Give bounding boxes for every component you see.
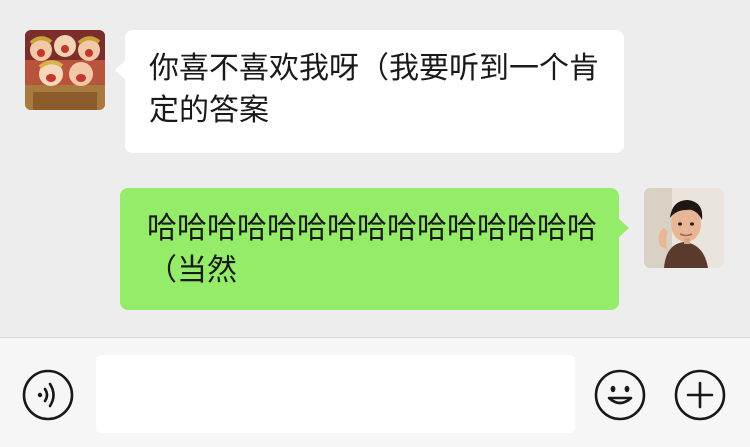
voice-button[interactable]: [21, 368, 75, 422]
sent-message-bubble[interactable]: 哈哈哈哈哈哈哈哈哈哈哈哈哈哈哈（当然: [120, 188, 629, 310]
input-bar: [0, 337, 750, 447]
emoji-button[interactable]: [593, 368, 647, 422]
received-message-bubble[interactable]: 你喜不喜欢我呀（我要听到一个肯定的答案: [115, 30, 624, 153]
sent-message-text: 哈哈哈哈哈哈哈哈哈哈哈哈哈哈哈（当然: [147, 211, 597, 288]
cartoon-group-avatar-icon: [25, 30, 105, 110]
plus-icon: [674, 369, 726, 421]
more-button[interactable]: [673, 368, 727, 422]
received-message-text: 你喜不喜欢我呀（我要听到一个肯定的答案: [149, 51, 599, 128]
my-avatar[interactable]: [644, 188, 724, 268]
emoji-icon: [594, 369, 646, 421]
contact-avatar[interactable]: [25, 30, 105, 110]
voice-icon: [22, 369, 74, 421]
message-input[interactable]: [96, 355, 575, 433]
chat-area: 你喜不喜欢我呀（我要听到一个肯定的答案 哈哈哈哈哈哈哈哈哈哈哈哈哈哈哈（当然: [0, 0, 750, 337]
man-portrait-avatar-icon: [644, 188, 724, 268]
